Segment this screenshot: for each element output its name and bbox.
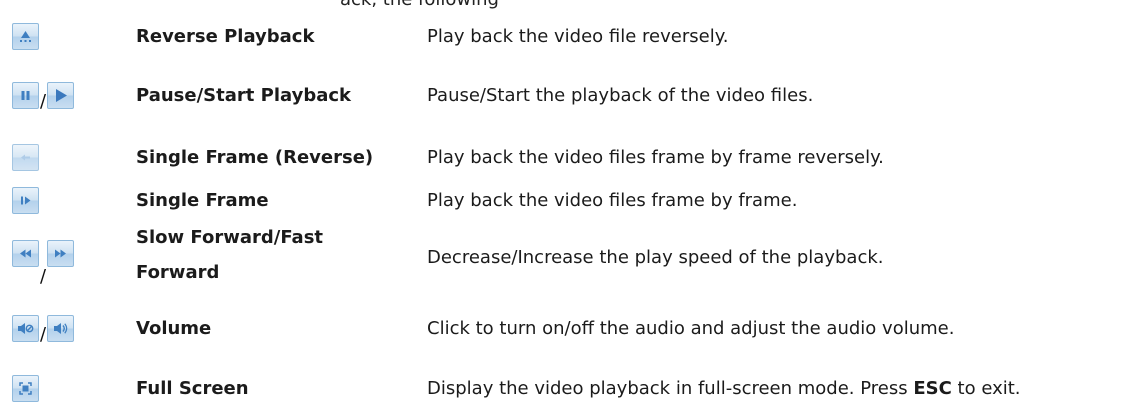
icon-cell xyxy=(12,18,39,54)
slow-forward-icon[interactable] xyxy=(12,239,39,267)
icon-cell: / xyxy=(12,310,75,346)
table-row: / Pause/Start Playback Pause/Start the p… xyxy=(0,77,1126,113)
reverse-playback-icon[interactable] xyxy=(12,22,39,50)
function-name: Full Screen xyxy=(136,377,249,399)
description-text-end: to exit. xyxy=(951,377,1021,399)
function-description: Play back the video files frame by frame… xyxy=(427,146,884,168)
separator: / xyxy=(40,266,47,287)
function-description: Decrease/Increase the play speed of the … xyxy=(427,246,884,268)
table-row: Reverse Playback Play back the video fil… xyxy=(0,18,1126,54)
separator: / xyxy=(40,91,47,112)
icon-cell xyxy=(12,182,39,218)
icon-cell xyxy=(12,139,39,175)
full-screen-icon[interactable] xyxy=(12,374,39,402)
function-name: Single Frame (Reverse) xyxy=(136,146,374,168)
function-name: Single Frame xyxy=(136,189,269,211)
icon-cell xyxy=(12,370,39,406)
icon-cell: / xyxy=(12,77,75,113)
description-text: Display the video playback in full-scree… xyxy=(427,377,914,399)
table-row: / Volume Click to turn on/off the audio … xyxy=(0,310,1126,346)
function-name: Pause/Start Playback xyxy=(136,84,351,106)
fast-forward-icon[interactable] xyxy=(47,239,75,267)
truncated-intro-text: ack, the following xyxy=(340,0,499,11)
function-description: Play back the video files frame by frame… xyxy=(427,189,798,211)
function-description: Display the video playback in full-scree… xyxy=(427,370,1021,406)
single-frame-reverse-icon[interactable] xyxy=(12,143,39,171)
table-row: Full Screen Display the video playback i… xyxy=(0,370,1126,406)
separator: / xyxy=(40,324,47,345)
table-row: Single Frame (Reverse) Play back the vid… xyxy=(0,139,1126,175)
function-name-line-1: Slow Forward/Fast xyxy=(136,227,324,248)
pause-icon[interactable] xyxy=(12,81,39,109)
function-name: Slow Forward/Fast Forward xyxy=(136,220,323,290)
function-name: Volume xyxy=(136,317,212,339)
function-name: Reverse Playback xyxy=(136,25,315,47)
esc-key-label: ESC xyxy=(913,377,952,399)
function-description: Play back the video file reversely. xyxy=(427,25,729,47)
audio-on-icon[interactable] xyxy=(47,314,75,342)
audio-off-icon[interactable] xyxy=(12,314,39,342)
single-frame-icon[interactable] xyxy=(12,186,39,214)
table-row: / Slow Forward/Fast Forward Decrease/Inc… xyxy=(0,222,1126,292)
function-description: Pause/Start the playback of the video fi… xyxy=(427,84,814,106)
table-row: Single Frame Play back the video files f… xyxy=(0,182,1126,218)
icon-cell: / xyxy=(12,218,75,288)
function-description: Click to turn on/off the audio and adjus… xyxy=(427,317,955,339)
function-name-line-2: Forward xyxy=(136,262,220,283)
play-icon[interactable] xyxy=(47,81,75,109)
